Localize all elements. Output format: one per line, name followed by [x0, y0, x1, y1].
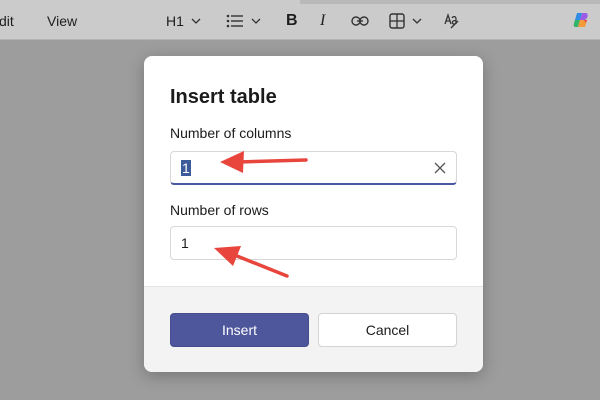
columns-value: 1 — [181, 160, 191, 176]
bold-label: B — [286, 12, 298, 29]
editor-toolbar: dit View H1 B I — [0, 0, 600, 40]
cancel-button[interactable]: Cancel — [318, 313, 457, 347]
menu-edit[interactable]: dit — [0, 13, 14, 29]
bullet-list-icon — [226, 14, 243, 28]
copilot-icon[interactable] — [572, 11, 590, 29]
table-dropdown[interactable] — [389, 10, 423, 32]
list-dropdown[interactable] — [226, 10, 262, 32]
heading-dropdown[interactable]: H1 — [166, 10, 202, 32]
chevron-down-icon — [191, 18, 201, 24]
italic-button[interactable]: I — [320, 10, 325, 32]
dialog-title: Insert table — [170, 86, 277, 108]
spellcheck-button[interactable] — [443, 10, 461, 32]
rows-value: 1 — [181, 235, 189, 251]
rows-label: Number of rows — [170, 202, 269, 218]
menu-view[interactable]: View — [47, 13, 77, 29]
columns-input[interactable]: 1 — [170, 151, 457, 185]
chevron-down-icon — [412, 18, 422, 24]
table-grid-icon — [389, 13, 405, 29]
insert-table-dialog: Insert table Number of columns 1 Number … — [144, 56, 483, 372]
link-icon — [351, 16, 369, 26]
dialog-footer: Insert Cancel — [144, 286, 483, 372]
italic-label: I — [320, 12, 326, 29]
bold-button[interactable]: B — [286, 10, 298, 32]
spellcheck-icon — [444, 12, 459, 29]
clear-icon[interactable] — [434, 162, 446, 174]
insert-button[interactable]: Insert — [170, 313, 309, 347]
columns-label: Number of columns — [170, 125, 292, 141]
rows-input[interactable]: 1 — [170, 226, 457, 260]
toolbar-top-strip — [300, 0, 600, 4]
chevron-down-icon — [251, 18, 261, 24]
heading-label: H1 — [166, 13, 184, 29]
link-button[interactable] — [351, 10, 369, 32]
